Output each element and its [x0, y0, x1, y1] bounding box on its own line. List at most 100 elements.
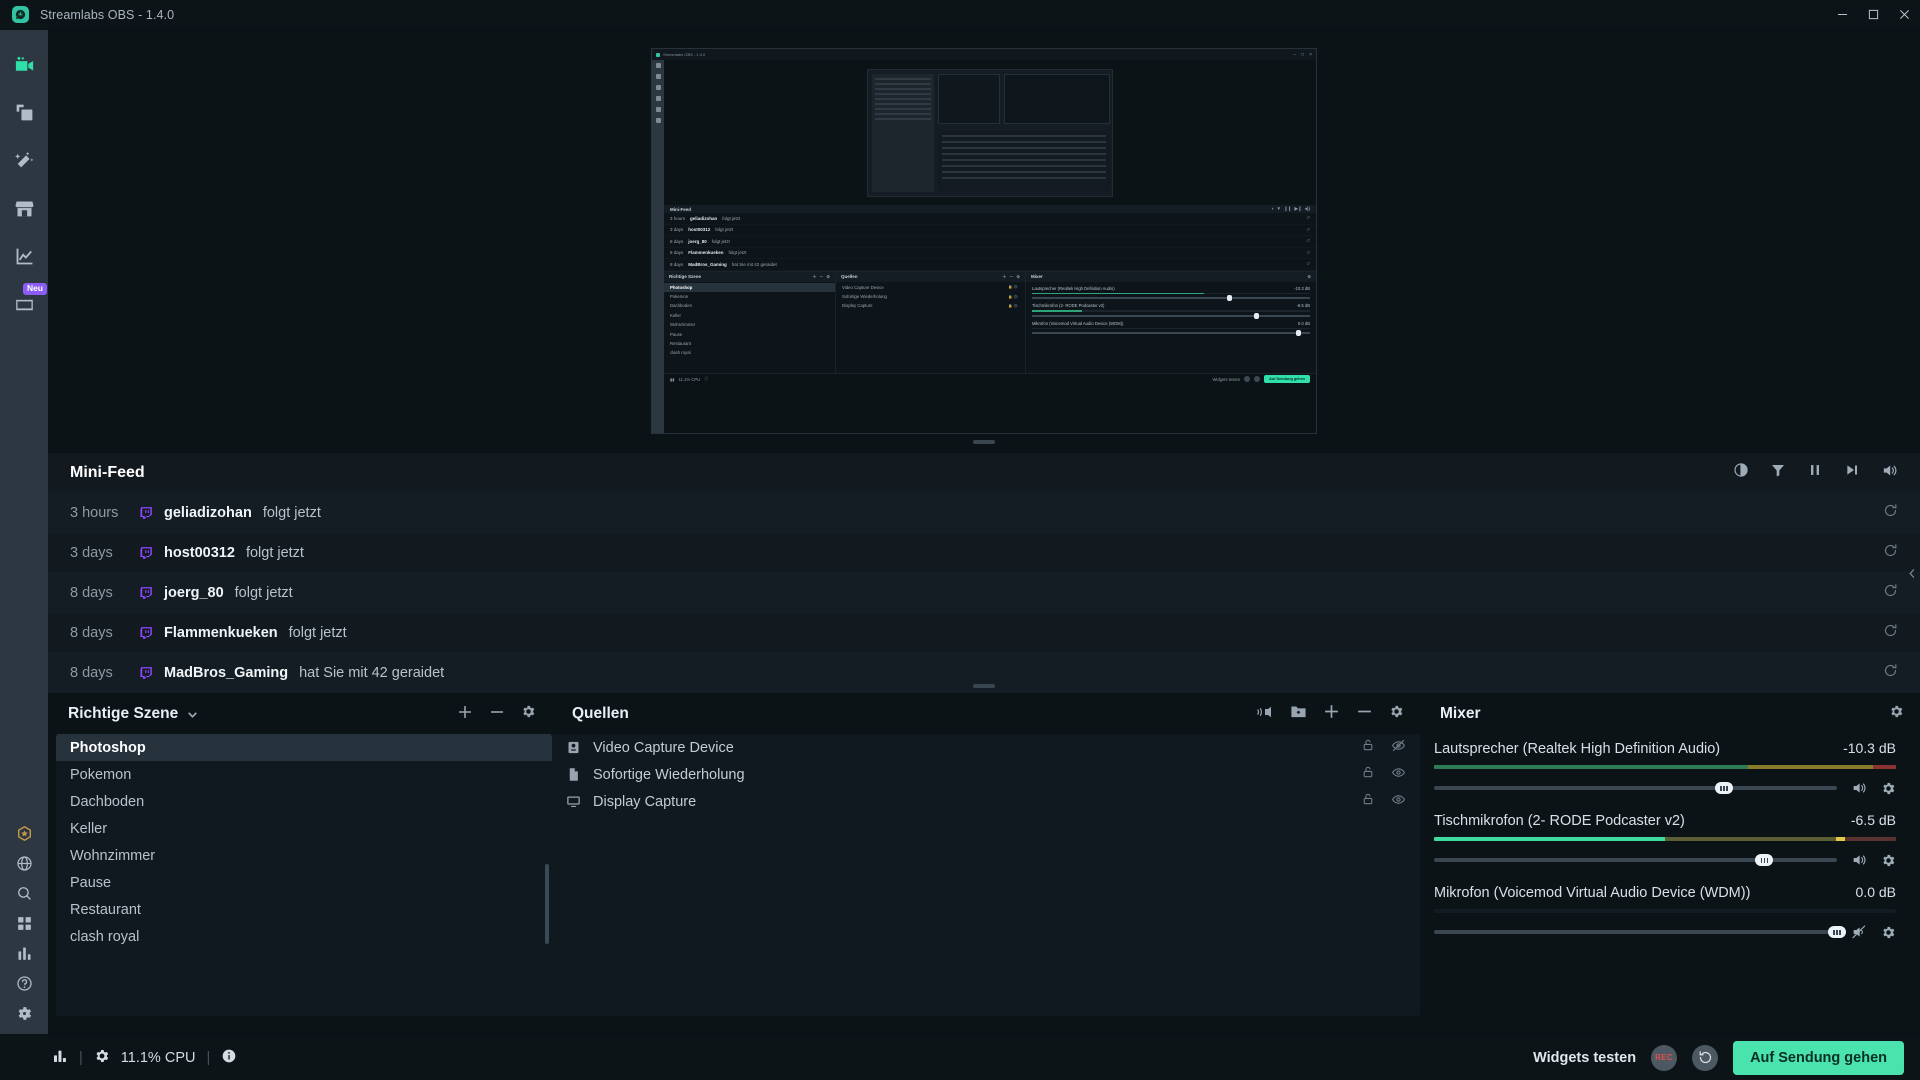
folder-plus-icon[interactable] [1290, 703, 1307, 725]
mixer-volume-knob[interactable] [1715, 782, 1734, 794]
replay-icon[interactable] [1883, 623, 1898, 642]
preview-resize-handle[interactable] [973, 440, 995, 444]
feed-username[interactable]: Flammenkueken [164, 625, 278, 641]
preview-feed-replay-icon: ↺ [1306, 261, 1310, 267]
nav-globe-icon[interactable] [0, 848, 48, 878]
volume-muted-icon[interactable] [1851, 924, 1867, 940]
cpu-usage-label: 11.1% CPU [120, 1049, 196, 1066]
nav-editor-camera-icon[interactable] [0, 40, 48, 88]
performance-bar-chart-icon[interactable] [52, 1048, 68, 1068]
nav-dashboard-chart-icon[interactable] [0, 232, 48, 280]
scene-item-restaurant[interactable]: Restaurant [56, 896, 552, 923]
record-button[interactable]: REC [1651, 1044, 1678, 1071]
feed-username[interactable]: joerg_80 [164, 585, 224, 601]
scene-item-dachboden[interactable]: Dachboden [56, 788, 552, 815]
nav-search-icon[interactable] [0, 878, 48, 908]
mixer-volume-knob[interactable] [1828, 926, 1846, 938]
nav-apps-grid-icon[interactable] [0, 908, 48, 938]
feed-username[interactable]: host00312 [164, 545, 235, 561]
replay-icon[interactable] [1883, 663, 1898, 682]
preview-mixer-channel: Mikrofon (Voicemod Virtual Audio Device … [1026, 317, 1316, 337]
close-icon[interactable] [1889, 0, 1920, 30]
preview-canvas[interactable]: Streamlabs OBS - 1.4.0 – □ × Mini-Feed ◑… [651, 48, 1317, 434]
mixer-channel-controls [1434, 780, 1896, 796]
replay-icon[interactable] [1883, 583, 1898, 602]
preview-nested-window-controls: – □ × [1293, 52, 1316, 58]
scene-item-clash-royal[interactable]: clash royal [56, 923, 552, 950]
info-icon[interactable] [221, 1048, 237, 1068]
nav-prime-star-icon[interactable] [0, 818, 48, 848]
minimize-icon[interactable] [1827, 0, 1858, 30]
eye-icon[interactable] [1391, 765, 1406, 784]
unlock-icon[interactable] [1361, 765, 1375, 784]
source-item-video-capture-device[interactable]: Video Capture Device [552, 734, 1420, 761]
scene-item-photoshop[interactable]: Photoshop [56, 734, 552, 761]
source-settings-gear-icon[interactable] [1389, 704, 1404, 724]
go-live-button[interactable]: Auf Sendung gehen [1733, 1040, 1904, 1075]
nav-settings-gear-icon[interactable] [0, 998, 48, 1028]
scene-list[interactable]: Photoshop Pokemon Dachboden Keller Wohnz… [56, 734, 552, 1016]
skip-forward-icon[interactable] [1844, 462, 1860, 484]
mixer-volume-slider[interactable] [1434, 782, 1837, 794]
pause-icon[interactable] [1807, 462, 1823, 484]
collapse-right-panel-icon[interactable] [1904, 543, 1920, 603]
unlock-icon[interactable] [1361, 792, 1375, 811]
feed-row[interactable]: 3 hours geliadizohan folgt jetzt [48, 493, 1920, 533]
replay-buffer-button[interactable] [1692, 1044, 1719, 1071]
eye-icon[interactable] [1391, 792, 1406, 811]
scene-item-wohnzimmer[interactable]: Wohnzimmer [56, 842, 552, 869]
scene-item-pause[interactable]: Pause [56, 869, 552, 896]
main-column: Streamlabs OBS - 1.4.0 – □ × Mini-Feed ◑… [48, 30, 1920, 1034]
feed-row[interactable]: 8 days Flammenkueken folgt jetzt [48, 613, 1920, 653]
mixer-volume-knob[interactable] [1755, 854, 1774, 866]
volume-on-icon[interactable] [1851, 780, 1867, 796]
volume-on-icon[interactable] [1851, 852, 1867, 868]
remove-source-button[interactable] [1356, 703, 1373, 725]
replay-icon[interactable] [1883, 543, 1898, 562]
sources-header: Quellen [552, 694, 1420, 734]
speaker-wave-icon[interactable] [1256, 703, 1274, 726]
scene-item-keller[interactable]: Keller [56, 815, 552, 842]
nav-themes-layers-icon[interactable] [0, 88, 48, 136]
eye-off-icon[interactable] [1391, 738, 1406, 757]
scene-list-scrollbar[interactable] [545, 864, 549, 944]
stream-preview-area[interactable]: Streamlabs OBS - 1.4.0 – □ × Mini-Feed ◑… [48, 30, 1920, 452]
mixer-settings-gear-icon[interactable] [1889, 704, 1904, 724]
feed-username[interactable]: geliadizohan [164, 505, 252, 521]
feed-username[interactable]: MadBros_Gaming [164, 665, 288, 681]
source-item-display-capture[interactable]: Display Capture [552, 788, 1420, 815]
feed-row[interactable]: 3 days host00312 folgt jetzt [48, 533, 1920, 573]
nav-highlighter-icon[interactable]: Neu [0, 280, 48, 328]
preview-scene-item: Photoshop [664, 282, 835, 292]
maximize-icon[interactable] [1858, 0, 1889, 30]
nav-stats-bar-icon[interactable] [0, 938, 48, 968]
preview-footer-cpu: 11.1% CPU [678, 376, 701, 382]
filter-icon[interactable] [1770, 462, 1786, 484]
source-list[interactable]: Video Capture Device Sofortige Wiederhol… [552, 734, 1420, 1016]
scene-settings-gear-icon[interactable] [521, 704, 536, 724]
source-item-sofortige-wiederholung[interactable]: Sofortige Wiederholung [552, 761, 1420, 788]
chevron-down-icon[interactable] [186, 708, 199, 721]
mixer-volume-slider[interactable] [1434, 854, 1837, 866]
mixer-channel-gear-icon[interactable] [1881, 925, 1896, 940]
add-scene-button[interactable] [457, 704, 473, 725]
test-widgets-button[interactable]: Widgets testen [1533, 1050, 1636, 1066]
streamlabs-logo-icon [12, 6, 29, 23]
mixer-channel-gear-icon[interactable] [1881, 781, 1896, 796]
remove-scene-button[interactable] [489, 704, 505, 725]
status-footer: | 11.1% CPU | Widgets testen REC Auf Sen… [0, 1034, 1920, 1080]
unlock-icon[interactable] [1361, 738, 1375, 757]
volume-icon[interactable] [1881, 462, 1898, 484]
mixer-volume-slider[interactable] [1434, 926, 1846, 938]
nav-store-icon[interactable] [0, 184, 48, 232]
preview-feed-row: 8 days Flammenkueken folgt jetzt ↺ [664, 248, 1316, 259]
add-source-button[interactable] [1323, 703, 1340, 725]
scene-item-pokemon[interactable]: Pokemon [56, 761, 552, 788]
docks-resize-handle[interactable] [973, 684, 995, 688]
nav-effects-magic-wand-icon[interactable] [0, 136, 48, 184]
replay-icon[interactable] [1883, 503, 1898, 522]
feed-row[interactable]: 8 days joerg_80 folgt jetzt [48, 573, 1920, 613]
contrast-icon[interactable] [1733, 462, 1749, 484]
mixer-channel-gear-icon[interactable] [1881, 853, 1896, 868]
nav-help-icon[interactable] [0, 968, 48, 998]
